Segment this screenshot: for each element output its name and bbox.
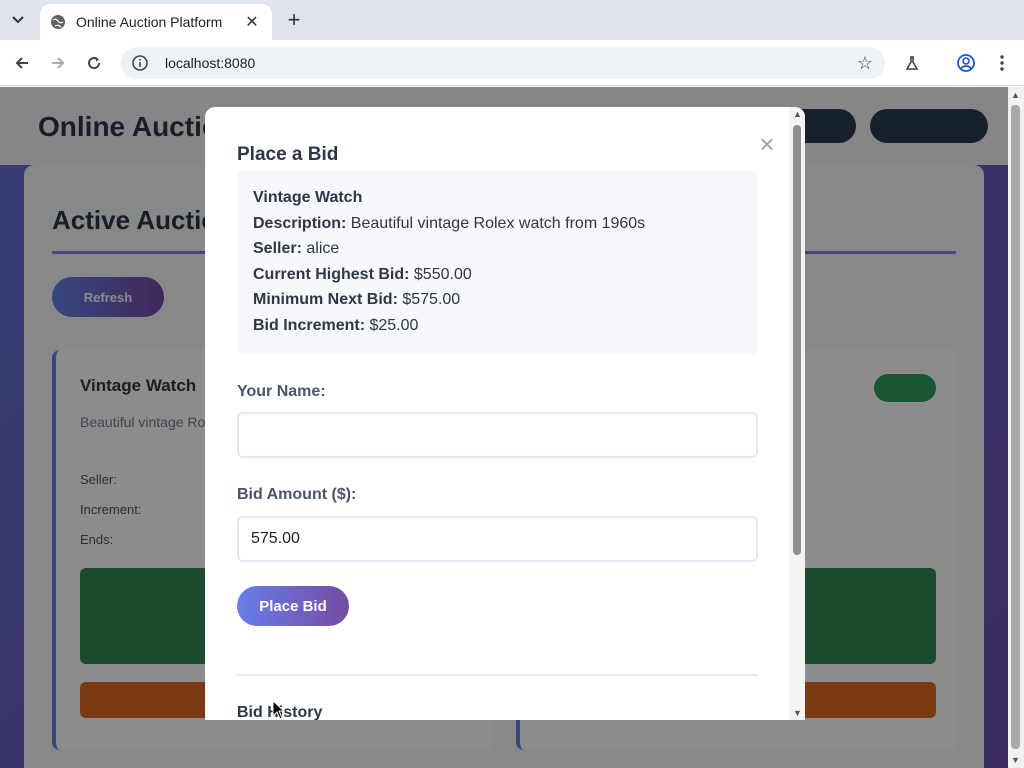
bid-increment-label: Bid Increment:: [253, 317, 366, 334]
globe-icon: [51, 15, 65, 29]
item-description: Beautiful vintage Rolex watch from 1960s: [350, 215, 646, 232]
name-label: Your Name:: [237, 383, 326, 400]
modal-scrollbar[interactable]: ▲ ▼: [789, 107, 805, 720]
url-text[interactable]: localhost:8080: [165, 55, 255, 71]
page-scrollbar[interactable]: ▲ ▼: [1008, 87, 1024, 768]
item-seller-label: Seller:: [253, 240, 302, 257]
bid-amount-input[interactable]: [237, 516, 758, 562]
kebab-menu-icon[interactable]: [988, 49, 1016, 77]
bid-increment-row: Bid Increment: $25.00: [253, 317, 418, 335]
browser-toolbar: localhost:8080 ☆: [0, 40, 1024, 86]
min-next-bid-value: $575.00: [402, 291, 461, 308]
current-bid-label: Current Highest Bid:: [253, 266, 410, 283]
browser-tab[interactable]: Online Auction Platform ✕: [40, 4, 272, 40]
labs-flask-icon[interactable]: [898, 49, 926, 77]
item-seller: alice: [306, 240, 340, 257]
forward-icon[interactable]: [44, 49, 72, 77]
page-scroll-thumb[interactable]: [1011, 105, 1020, 749]
scroll-down-icon[interactable]: ▼: [1011, 755, 1020, 765]
bid-modal: × Place a Bid Vintage Watch Description:…: [205, 107, 805, 720]
tab-search-icon[interactable]: [4, 6, 32, 34]
item-name: Vintage Watch: [253, 189, 363, 206]
current-bid-value: $550.00: [413, 266, 472, 283]
item-description-label: Description:: [253, 215, 347, 232]
min-next-bid-row: Minimum Next Bid: $575.00: [253, 291, 460, 309]
bid-modal-content: × Place a Bid Vintage Watch Description:…: [205, 107, 789, 720]
close-icon[interactable]: ×: [755, 131, 779, 157]
name-input[interactable]: [237, 412, 758, 458]
scroll-down-icon[interactable]: ▼: [793, 708, 802, 718]
bid-amount-label: Bid Amount ($):: [237, 486, 357, 503]
new-tab-icon[interactable]: +: [280, 6, 308, 34]
scroll-up-icon[interactable]: ▲: [793, 109, 802, 119]
item-description-row: Description: Beautiful vintage Rolex wat…: [253, 215, 645, 233]
close-tab-icon[interactable]: ✕: [242, 12, 262, 32]
current-bid-row: Current Highest Bid: $550.00: [253, 266, 472, 284]
modal-title: Place a Bid: [237, 144, 339, 165]
item-seller-row: Seller: alice: [253, 240, 339, 258]
place-bid-button[interactable]: Place Bid: [237, 586, 349, 626]
modal-scroll-thumb[interactable]: [793, 125, 801, 555]
item-info-box: Vintage Watch Description: Beautiful vin…: [237, 170, 758, 354]
address-bar[interactable]: localhost:8080 ☆: [121, 47, 885, 79]
tab-title: Online Auction Platform: [76, 14, 223, 30]
modal-divider: [237, 674, 758, 676]
site-info-icon[interactable]: [131, 54, 149, 72]
min-next-bid-label: Minimum Next Bid:: [253, 291, 398, 308]
reload-icon[interactable]: [80, 49, 108, 77]
scroll-up-icon[interactable]: ▲: [1011, 90, 1020, 100]
bookmark-star-icon[interactable]: ☆: [857, 53, 873, 74]
browser-tabstrip: Online Auction Platform ✕ +: [0, 0, 1024, 40]
back-icon[interactable]: [8, 49, 36, 77]
profile-icon[interactable]: [952, 49, 980, 77]
mouse-cursor-icon: [272, 700, 286, 720]
bid-increment-value: $25.00: [369, 317, 419, 334]
